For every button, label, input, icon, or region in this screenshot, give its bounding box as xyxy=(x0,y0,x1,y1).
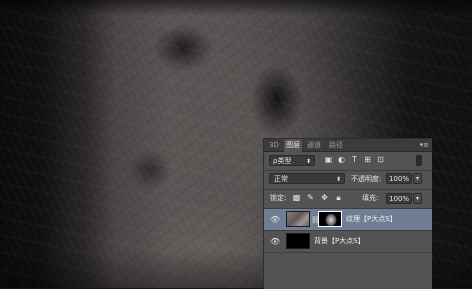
shape-filter-icon[interactable]: ⊞ xyxy=(363,155,372,165)
layer-thumbnail xyxy=(286,211,310,227)
opacity-dropdown-button[interactable]: ▾ xyxy=(413,173,422,184)
tab-paths[interactable]: 路径 xyxy=(326,139,346,151)
layer-name[interactable]: 背景【P大点S】 xyxy=(314,236,365,247)
blend-mode-value: 正常 xyxy=(274,175,288,183)
filter-kind-label: ρ类型 xyxy=(273,157,292,165)
layer-filter-row: ρ类型 ⬍ ▣ ◐ T ⊞ ⊡ xyxy=(264,154,432,167)
chevron-updown-icon: ⬍ xyxy=(305,158,311,165)
tab-layers[interactable]: 图层 xyxy=(284,139,302,152)
divider xyxy=(264,189,432,190)
layer-thumbnail xyxy=(286,233,310,249)
layer-mask-thumbnail[interactable] xyxy=(318,211,342,227)
fill-label: 填充: xyxy=(362,194,379,202)
fill-dropdown-button[interactable]: ▾ xyxy=(413,193,422,204)
layer-row-background[interactable]: 👁︎ 背景【P大点S】 xyxy=(264,231,432,253)
panel-menu-icon[interactable]: ▾≡ xyxy=(420,140,429,150)
chevron-updown-icon: ⬍ xyxy=(335,176,341,183)
visibility-eye-icon[interactable]: 👁︎ xyxy=(270,237,280,247)
layer-name[interactable]: 纹理【P大点S】 xyxy=(346,214,397,225)
divider xyxy=(264,170,432,171)
layer-row-texture[interactable]: 👁︎ ⛓︎ 纹理【P大点S】 xyxy=(264,209,432,231)
fill-value: 100% xyxy=(389,195,410,203)
fill-input[interactable]: 100% xyxy=(386,193,412,204)
filter-toggle-icon[interactable] xyxy=(416,155,422,166)
layers-panel: 3D 图层 通道 路径 ▾≡ ρ类型 ⬍ ▣ ◐ T ⊞ ⊡ 正常 ⬍ 不透明度… xyxy=(263,138,432,289)
lock-position-icon[interactable]: ✥ xyxy=(320,193,329,203)
panel-tab-bar: 3D 图层 通道 路径 ▾≡ xyxy=(264,139,432,152)
tab-channels[interactable]: 通道 xyxy=(304,139,324,151)
visibility-eye-icon[interactable]: 👁︎ xyxy=(270,215,280,225)
adjustment-filter-icon[interactable]: ◐ xyxy=(337,155,346,165)
lock-fill-row: 锁定: ▩ ✎ ✥ 🔒︎ 填充: 100% ▾ xyxy=(264,192,432,206)
opacity-label: 不透明度: xyxy=(351,175,382,183)
blend-mode-select[interactable]: 正常 ⬍ xyxy=(269,173,345,184)
lock-transparent-pixels-icon[interactable]: ▩ xyxy=(292,193,301,203)
lock-all-icon[interactable]: 🔒︎ xyxy=(334,193,343,203)
opacity-value: 100% xyxy=(389,175,410,183)
filter-kind-select[interactable]: ρ类型 ⬍ xyxy=(269,155,315,166)
blend-opacity-row: 正常 ⬍ 不透明度: 100% ▾ xyxy=(264,172,432,186)
lock-label: 锁定: xyxy=(270,194,287,202)
tab-3d[interactable]: 3D xyxy=(266,139,282,151)
lock-image-pixels-icon[interactable]: ✎ xyxy=(306,193,315,203)
opacity-input[interactable]: 100% xyxy=(386,173,412,184)
type-filter-icon[interactable]: T xyxy=(350,155,359,165)
smart-object-filter-icon[interactable]: ⊡ xyxy=(376,155,385,165)
image-filter-icon[interactable]: ▣ xyxy=(324,155,333,165)
